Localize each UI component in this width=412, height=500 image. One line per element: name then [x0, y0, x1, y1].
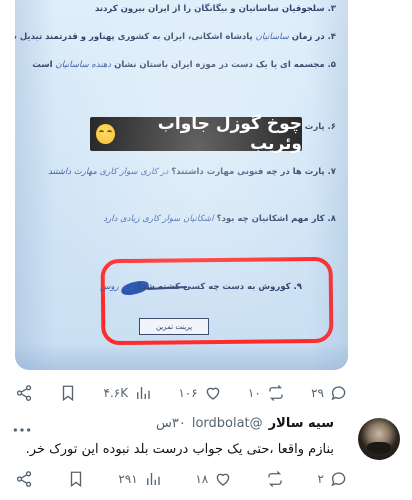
post-image[interactable]: ۳. سلجوقیان ساسانیان و بیگانگان را از ای… — [15, 0, 348, 370]
repost-arrows-icon — [269, 385, 283, 401]
share-button[interactable] — [15, 384, 33, 402]
share-icon — [16, 385, 32, 401]
reply-button[interactable]: ۲۹ — [311, 384, 348, 402]
worksheet-line-5: ۵. مجسمه ای یا یک دست در موزه ایران باست… — [32, 60, 336, 70]
worksheet-print-button: پرینت تمرین — [139, 318, 209, 335]
bar-chart-icon — [137, 387, 150, 399]
reply-author-handle[interactable]: @lordbolat — [192, 416, 263, 431]
repost-button[interactable]: ۱۰ — [248, 384, 285, 402]
reply-text: بنازم واقعا ،حتی یک جواب درست بلد نبوده … — [25, 442, 334, 457]
reply-time[interactable]: ۳۰س — [156, 416, 186, 431]
heart-icon — [206, 387, 219, 400]
worksheet-line-8: ۸. کار مهم اشکانیان چه بود؟ اشکانیان سوا… — [103, 214, 336, 224]
reply-views-count: ۲۹۱ — [118, 472, 138, 486]
more-options-button[interactable] — [12, 420, 32, 436]
worksheet-line-7: ۷. پارت ها در چه فنونی مهارت داشتند؟ در … — [48, 167, 336, 177]
views-count: ۴.۶K — [103, 386, 129, 400]
reply-reply-button[interactable]: ۲ — [318, 470, 348, 488]
reply-likes-count: ۱۸ — [195, 472, 209, 486]
bookmark-icon — [63, 385, 74, 402]
reply-like-button[interactable]: ۱۸ — [195, 470, 232, 488]
reply-action-bar: ۲۹۱ ۱۸ ۲ — [15, 467, 348, 491]
reposts-count: ۱۰ — [247, 386, 261, 400]
likes-count: ۱۰۶ — [178, 386, 198, 400]
views-button[interactable]: ۴.۶K — [104, 384, 153, 402]
laughing-emoji-icon — [96, 124, 115, 144]
share-icon — [16, 471, 32, 487]
avatar[interactable] — [358, 418, 400, 460]
red-highlight-circle — [100, 256, 334, 346]
replies-count: ۲۹ — [311, 386, 324, 400]
bookmark-button[interactable] — [59, 384, 77, 402]
bar-chart-icon — [146, 473, 160, 485]
like-button[interactable]: ۱۰۶ — [178, 384, 221, 402]
sheet-edge — [15, 342, 348, 370]
reply-views-button[interactable]: ۲۹۱ — [118, 470, 161, 488]
reply-header: سیه سالار @lordbolat ۳۰س — [156, 416, 334, 431]
reply-bookmark-button[interactable] — [67, 470, 85, 488]
caption-text: چوخ گوزل جاواب وئریب — [157, 114, 302, 154]
bookmark-icon — [70, 471, 81, 488]
reply-replies-count: ۲ — [317, 472, 324, 486]
speech-bubble-icon — [331, 386, 346, 401]
heart-icon — [216, 473, 230, 486]
reply-repost-button[interactable] — [266, 470, 284, 488]
worksheet-line-3: ۳. سلجوقیان ساسانیان و بیگانگان را از ای… — [94, 4, 336, 14]
caption-overlay: چوخ گوزل جاواب وئریب — [90, 114, 302, 154]
reply-share-button[interactable] — [15, 470, 33, 488]
more-dots-icon — [13, 428, 31, 432]
worksheet-line-9: ۹. کوروش به دست چه کسی کشته شد؟ ترم روس — [100, 282, 302, 292]
speech-bubble-icon — [331, 472, 346, 487]
repost-arrows-icon — [268, 471, 282, 487]
worksheet-line-4: ۴. در زمان ساسانیان پادشاه اشکانی، ایران… — [15, 32, 336, 42]
post-action-bar: ۴.۶K ۱۰۶ ۱۰ ۲۹ — [15, 381, 348, 405]
reply-author-name[interactable]: سیه سالار — [269, 416, 334, 431]
